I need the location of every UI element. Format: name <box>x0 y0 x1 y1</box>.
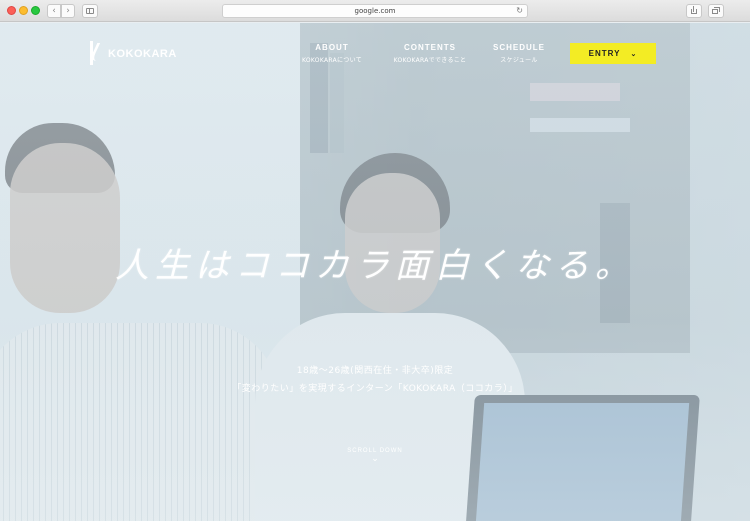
url-text: google.com <box>354 7 396 15</box>
chevron-down-icon: ⌄ <box>630 50 638 58</box>
nav-sublabel: スケジュール <box>500 57 538 64</box>
address-bar[interactable]: google.com ↻ <box>222 4 528 18</box>
nav-item-schedule[interactable]: SCHEDULE スケジュール <box>490 43 548 64</box>
close-window-button[interactable] <box>7 6 16 15</box>
hero-subtitle-line2: 「変わりたい」を実現するインターン「KOKOKARA（ココカラ）」 <box>232 384 518 394</box>
zoom-window-button[interactable] <box>31 6 40 15</box>
hero-tagline: 人生はココカラ面白くなる。 <box>115 246 635 286</box>
back-button[interactable]: ‹ <box>47 4 61 18</box>
scroll-down-link[interactable]: SCROLL DOWN ⌄ <box>0 448 750 464</box>
share-button[interactable] <box>686 4 702 18</box>
site-logo[interactable]: KOKOKARA <box>90 41 177 67</box>
nav-sublabel: KOKOKARAについて <box>301 57 363 64</box>
chevron-left-icon: ‹ <box>52 6 56 16</box>
forward-button[interactable]: › <box>61 4 75 18</box>
sidebar-toggle-button[interactable] <box>82 4 98 18</box>
hero-section: KOKOKARA ABOUT KOKOKARAについて CONTENTS KOK… <box>0 23 750 521</box>
logo-text: KOKOKARA <box>108 48 177 60</box>
logo-mark-icon <box>90 41 104 67</box>
nav-item-about[interactable]: ABOUT KOKOKARAについて <box>298 43 366 64</box>
chevron-down-icon: ⌄ <box>371 454 379 464</box>
nav-sublabel: KOKOKARAでできること <box>393 57 467 64</box>
reload-icon[interactable]: ↻ <box>516 5 523 17</box>
browser-toolbar: ‹ › google.com ↻ <box>0 0 750 22</box>
nav-label: SCHEDULE <box>492 43 545 52</box>
nav-label: CONTENTS <box>404 43 456 52</box>
chevron-right-icon: › <box>66 6 70 16</box>
entry-button-label: ENTRY <box>588 49 621 58</box>
tabs-overview-button[interactable] <box>708 4 724 18</box>
minimize-window-button[interactable] <box>19 6 28 15</box>
share-icon <box>691 9 697 14</box>
sidebar-icon <box>86 8 94 14</box>
nav-item-contents[interactable]: CONTENTS KOKOKARAでできること <box>388 43 472 64</box>
hero-subtitle-line1: 18歳～26歳(関西在住・非大卒)限定 <box>296 366 454 376</box>
entry-button[interactable]: ENTRY ⌄ <box>570 43 656 64</box>
nav-label: ABOUT <box>315 43 349 52</box>
